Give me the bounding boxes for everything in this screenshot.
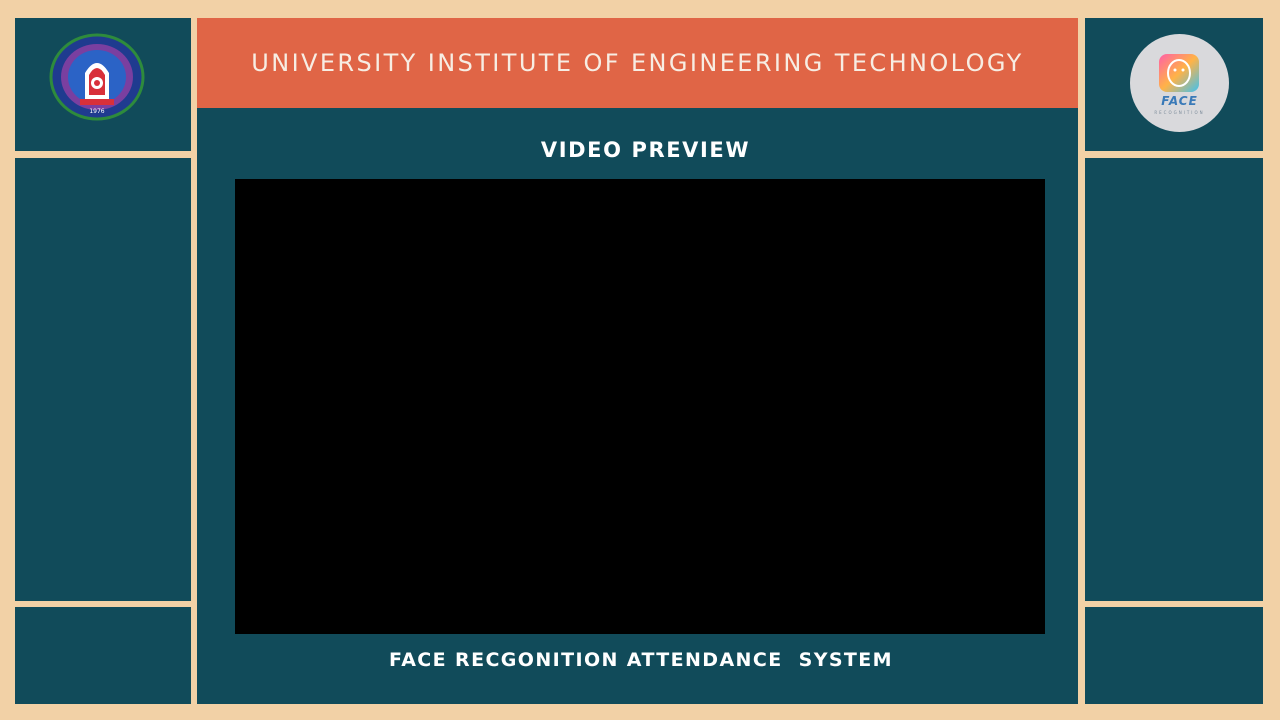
left-bottom-panel — [15, 607, 191, 704]
institute-title: UNIVERSITY INSTITUTE OF ENGINEERING TECH… — [251, 49, 1024, 77]
system-title: FACE RECGONITION ATTENDANCE SYSTEM — [389, 649, 893, 671]
left-middle-panel — [15, 158, 191, 601]
face-recognition-logo-icon: FACE RECOGNITION — [1130, 34, 1229, 132]
header-bar: UNIVERSITY INSTITUTE OF ENGINEERING TECH… — [197, 18, 1078, 108]
university-emblem-icon: 1976 — [47, 33, 147, 121]
right-bottom-panel — [1085, 607, 1263, 704]
emblem-year: 1976 — [89, 108, 104, 115]
face-logo-subword: RECOGNITION — [1154, 110, 1205, 115]
video-preview[interactable] — [235, 179, 1045, 634]
face-logo-word: FACE — [1161, 94, 1198, 108]
right-middle-panel — [1085, 158, 1263, 601]
video-preview-heading: VIDEO PREVIEW — [540, 138, 751, 162]
